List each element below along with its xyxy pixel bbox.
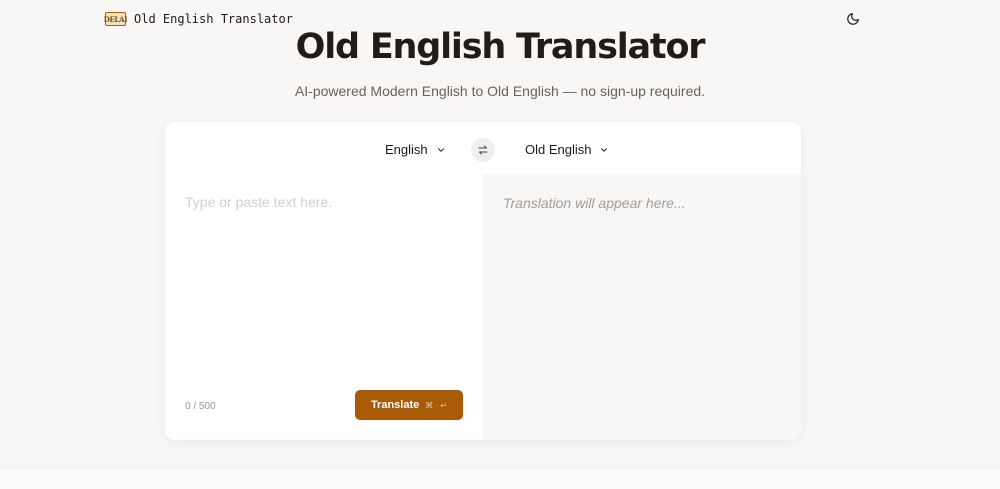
theme-toggle-button[interactable]	[844, 10, 862, 28]
brand-name: Old English Translator	[134, 12, 293, 26]
translate-button-label: Translate	[370, 399, 420, 411]
shortcut-hint: ⌘ · ↵	[425, 400, 448, 410]
brand[interactable]: DELAI Old English Translator	[103, 12, 293, 26]
source-text-input[interactable]	[185, 194, 465, 374]
swap-arrows-icon	[478, 145, 488, 155]
char-counter: 0 / 500	[185, 401, 216, 412]
chevron-down-icon	[601, 147, 608, 152]
target-language-label: Old English	[525, 142, 592, 157]
page-subtitle: AI-powered Modern English to Old English…	[294, 83, 706, 99]
footer-band	[0, 470, 1000, 489]
page-title: Old English Translator	[295, 27, 706, 67]
logo-text: DELAI	[103, 14, 128, 24]
logo: DELAI	[103, 12, 128, 26]
translate-button[interactable]: Translate ⌘ · ↵	[355, 390, 463, 420]
output-placeholder: Translation will appear here...	[503, 195, 686, 211]
source-language-label: English	[385, 142, 428, 157]
source-pane: 0 / 500 Translate ⌘ · ↵	[165, 174, 483, 440]
target-language-select[interactable]: Old English	[525, 142, 609, 157]
moon-icon	[847, 13, 859, 25]
translator-card: English Old English 0 / 500 Translate ⌘ …	[165, 122, 801, 440]
top-bar: DELAI Old English Translator	[103, 10, 862, 28]
swap-languages-button[interactable]	[471, 138, 495, 162]
output-pane: Translation will appear here...	[483, 174, 801, 440]
source-language-select[interactable]: English	[385, 142, 446, 157]
chevron-down-icon	[437, 147, 444, 152]
